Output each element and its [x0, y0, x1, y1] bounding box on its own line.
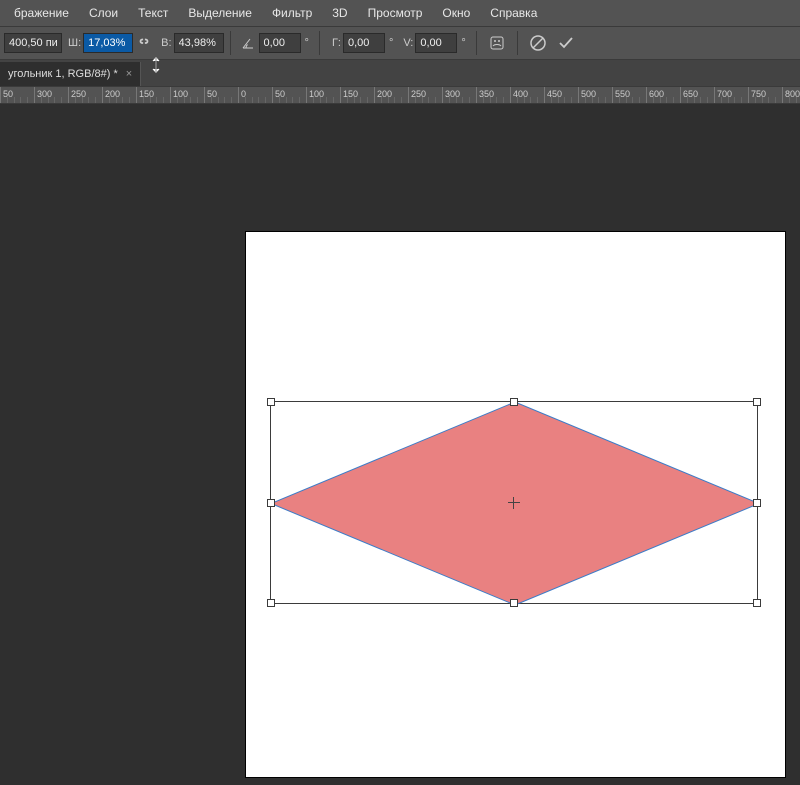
angle-icon — [239, 34, 257, 52]
menu-item[interactable]: Просмотр — [358, 6, 433, 20]
ruler-label: 750 — [751, 89, 766, 99]
ruler-tick: 800 — [782, 87, 783, 104]
menu-item[interactable]: 3D — [322, 6, 357, 20]
close-icon[interactable]: × — [126, 68, 132, 80]
handle-bottom-right[interactable] — [753, 599, 761, 607]
ruler-tick: 150 — [136, 87, 137, 104]
handle-bottom-mid[interactable] — [510, 599, 518, 607]
ruler-tick: 450 — [544, 87, 545, 104]
x-position-input[interactable] — [4, 33, 62, 53]
ruler-label: 200 — [377, 89, 392, 99]
link-icon[interactable] — [135, 34, 153, 52]
document-tab-title: угольник 1, RGB/8#) * — [8, 68, 118, 80]
cancel-icon[interactable] — [526, 31, 550, 55]
rotate-input[interactable] — [259, 33, 301, 53]
ruler-label: 500 — [581, 89, 596, 99]
horizontal-ruler[interactable]: 5030025020015010050050100150200250300350… — [0, 86, 800, 104]
vskew-input[interactable] — [415, 33, 457, 53]
separator — [517, 31, 518, 55]
transform-bounding-box[interactable] — [270, 401, 758, 604]
ruler-label: 150 — [343, 89, 358, 99]
ruler-tick: 750 — [748, 87, 749, 104]
menu-item[interactable]: Окно — [432, 6, 480, 20]
menu-item[interactable]: Справка — [480, 6, 547, 20]
options-bar: Ш: В: ° Г: ° V: ° — [0, 26, 800, 60]
diamond-shape[interactable] — [271, 402, 759, 605]
ruler-tick: 200 — [374, 87, 375, 104]
ruler-tick: 50 — [272, 87, 273, 104]
menu-item[interactable]: Выделение — [178, 6, 262, 20]
ruler-label: 650 — [683, 89, 698, 99]
ruler-tick: 650 — [680, 87, 681, 104]
ruler-tick: 400 — [510, 87, 511, 104]
handle-mid-left[interactable] — [267, 499, 275, 507]
document-tab[interactable]: угольник 1, RGB/8#) * × — [0, 62, 141, 86]
menu-item[interactable]: бражение — [4, 6, 79, 20]
ruler-label: 150 — [139, 89, 154, 99]
ruler-label: 50 — [275, 89, 285, 99]
ruler-tick: 150 — [340, 87, 341, 104]
document-tab-bar: угольник 1, RGB/8#) * × — [0, 60, 800, 86]
ruler-label: 600 — [649, 89, 664, 99]
ruler-label: 450 — [547, 89, 562, 99]
cursor-icon — [150, 56, 170, 81]
handle-mid-right[interactable] — [753, 499, 761, 507]
ruler-tick: 350 — [476, 87, 477, 104]
ruler-label: 350 — [479, 89, 494, 99]
ruler-label: 800 — [785, 89, 800, 99]
degree-label: ° — [305, 37, 309, 49]
ruler-label: 550 — [615, 89, 630, 99]
separator — [230, 31, 231, 55]
degree-label: ° — [461, 37, 465, 49]
ruler-tick: 300 — [34, 87, 35, 104]
height-label: В: — [161, 37, 171, 49]
menu-item[interactable]: Фильтр — [262, 6, 322, 20]
ruler-tick: 500 — [578, 87, 579, 104]
separator — [319, 31, 320, 55]
ruler-tick: 250 — [68, 87, 69, 104]
ruler-tick: 300 — [442, 87, 443, 104]
ruler-label: 300 — [37, 89, 52, 99]
handle-top-right[interactable] — [753, 398, 761, 406]
ruler-tick: 50 — [204, 87, 205, 104]
ruler-label: 100 — [173, 89, 188, 99]
width-input[interactable] — [83, 33, 133, 53]
ruler-label: 50 — [3, 89, 13, 99]
ruler-tick: 600 — [646, 87, 647, 104]
width-label: Ш: — [68, 37, 81, 49]
handle-bottom-left[interactable] — [267, 599, 275, 607]
ruler-label: 300 — [445, 89, 460, 99]
ruler-label: 700 — [717, 89, 732, 99]
ruler-tick: 0 — [238, 87, 239, 104]
ruler-tick: 100 — [306, 87, 307, 104]
menu-bar: бражение Слои Текст Выделение Фильтр 3D … — [0, 0, 800, 26]
height-input[interactable] — [174, 33, 224, 53]
ruler-label: 400 — [513, 89, 528, 99]
menu-item[interactable]: Текст — [128, 6, 178, 20]
interpolation-icon[interactable] — [485, 31, 509, 55]
vskew-label: V: — [403, 37, 413, 49]
ruler-label: 250 — [71, 89, 86, 99]
handle-top-mid[interactable] — [510, 398, 518, 406]
ruler-label: 50 — [207, 89, 217, 99]
separator — [476, 31, 477, 55]
ruler-label: 200 — [105, 89, 120, 99]
ruler-tick: 250 — [408, 87, 409, 104]
canvas-area[interactable] — [0, 104, 800, 785]
commit-icon[interactable] — [554, 31, 578, 55]
ruler-tick: 50 — [0, 87, 1, 104]
ruler-label: 250 — [411, 89, 426, 99]
ruler-tick: 200 — [102, 87, 103, 104]
degree-label: ° — [389, 37, 393, 49]
ruler-label: 100 — [309, 89, 324, 99]
handle-top-left[interactable] — [267, 398, 275, 406]
ruler-tick: 550 — [612, 87, 613, 104]
hskew-label: Г: — [332, 37, 341, 49]
ruler-tick: 100 — [170, 87, 171, 104]
ruler-tick: 700 — [714, 87, 715, 104]
menu-item[interactable]: Слои — [79, 6, 128, 20]
hskew-input[interactable] — [343, 33, 385, 53]
